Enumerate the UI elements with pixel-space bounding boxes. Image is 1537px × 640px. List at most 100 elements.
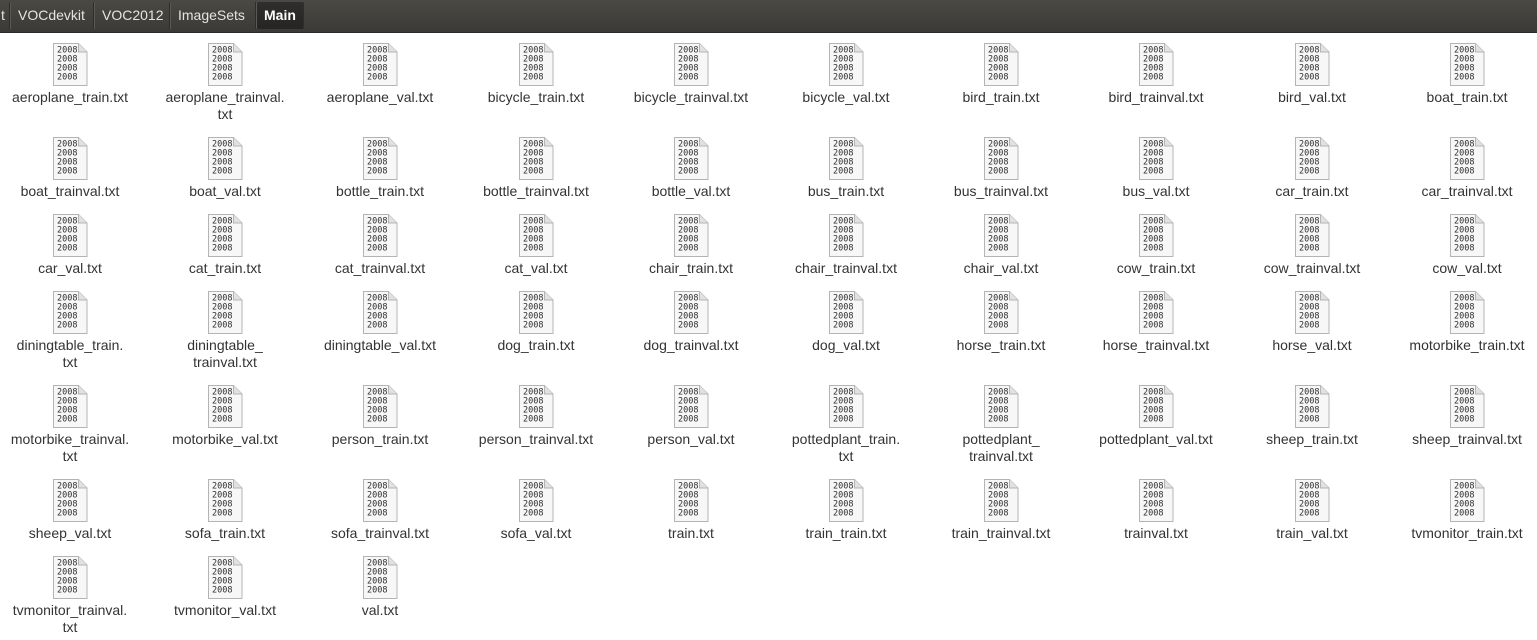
file-item[interactable]: 2008 2008 2008 2008 pottedplant_val.txt [1081,375,1231,451]
file-item[interactable]: 2008 2008 2008 2008 bird_val.txt [1237,33,1387,109]
svg-text:2008: 2008 [678,244,698,254]
text-file-icon: 2008 2008 2008 2008 [1449,214,1485,257]
file-name-line: txt [838,448,854,464]
svg-text:2008: 2008 [1143,509,1163,519]
file-item[interactable]: 2008 2008 2008 2008 dog_train.txt [461,281,611,357]
file-item[interactable]: 2008 2008 2008 2008 chair_val.txt [926,204,1076,280]
file-item[interactable]: 2008 2008 2008 2008 boat_val.txt [150,127,300,203]
file-item[interactable]: 2008 2008 2008 2008 bird_train.txt [926,33,1076,109]
file-name: person_train.txt [305,431,455,448]
file-item[interactable]: 2008 2008 2008 2008 pottedplant_ trainval.txt [926,375,1076,467]
file-item[interactable]: 2008 2008 2008 2008 person_trainval.txt [461,375,611,451]
file-item[interactable]: 2008 2008 2008 2008 person_val.txt [616,375,766,451]
file-item[interactable]: 2008 2008 2008 2008 bottle_trainval.txt [461,127,611,203]
file-item[interactable]: 2008 2008 2008 2008 train_trainval.txt [926,469,1076,545]
file-item[interactable]: 2008 2008 2008 2008 chair_trainval.txt [771,204,921,280]
svg-text:2008: 2008 [833,244,853,254]
breadcrumb-imagesets[interactable]: ImageSets [170,2,256,29]
file-item[interactable]: 2008 2008 2008 2008 aeroplane_val.txt [305,33,455,109]
svg-text:2008: 2008 [1454,73,1474,83]
svg-text:2008: 2008 [988,73,1008,83]
file-item[interactable]: 2008 2008 2008 2008 sheep_val.txt [0,469,145,545]
file-item[interactable]: 2008 2008 2008 2008 person_train.txt [305,375,455,451]
file-item[interactable]: 2008 2008 2008 2008 bicycle_trainval.txt [616,33,766,109]
file-name-line: dog_trainval.txt [643,337,739,353]
file-item[interactable]: 2008 2008 2008 2008 aeroplane_train.txt [0,33,145,109]
file-item[interactable]: 2008 2008 2008 2008 bus_val.txt [1081,127,1231,203]
file-name: cow_val.txt [1392,260,1537,277]
file-name-line: car_val.txt [38,260,102,276]
file-item[interactable]: 2008 2008 2008 2008 tvmonitor_val.txt [150,546,300,622]
text-file-icon: 2008 2008 2008 2008 [362,214,398,257]
file-item[interactable]: 2008 2008 2008 2008 dog_trainval.txt [616,281,766,357]
file-item[interactable]: 2008 2008 2008 2008 cow_train.txt [1081,204,1231,280]
file-item[interactable]: 2008 2008 2008 2008 cow_val.txt [1392,204,1537,280]
file-item[interactable]: 2008 2008 2008 2008 boat_train.txt [1392,33,1537,109]
breadcrumb-parent[interactable]: t [0,2,10,29]
text-file-icon: 2008 2008 2008 2008 [518,291,554,334]
file-name-line: motorbike_trainval. [10,431,130,447]
file-item[interactable]: 2008 2008 2008 2008 bottle_train.txt [305,127,455,203]
file-name: chair_val.txt [926,260,1076,277]
file-item[interactable]: 2008 2008 2008 2008 dog_val.txt [771,281,921,357]
svg-text:2008: 2008 [1299,509,1319,519]
file-item[interactable]: 2008 2008 2008 2008 sofa_train.txt [150,469,300,545]
file-item[interactable]: 2008 2008 2008 2008 horse_val.txt [1237,281,1387,357]
file-item[interactable]: 2008 2008 2008 2008 car_train.txt [1237,127,1387,203]
file-item[interactable]: 2008 2008 2008 2008 chair_train.txt [616,204,766,280]
file-item[interactable]: 2008 2008 2008 2008 pottedplant_train. txt [771,375,921,467]
file-item[interactable]: 2008 2008 2008 2008 diningtable_ trainval.txt [150,281,300,373]
file-item[interactable]: 2008 2008 2008 2008 bottle_val.txt [616,127,766,203]
text-file-icon: 2008 2008 2008 2008 [828,291,864,334]
file-item[interactable]: 2008 2008 2008 2008 horse_trainval.txt [1081,281,1231,357]
file-item[interactable]: 2008 2008 2008 2008 train_train.txt [771,469,921,545]
file-name: aeroplane_trainval. txt [150,89,300,123]
file-item[interactable]: 2008 2008 2008 2008 car_trainval.txt [1392,127,1537,203]
file-name: bird_train.txt [926,89,1076,106]
file-item[interactable]: 2008 2008 2008 2008 cat_trainval.txt [305,204,455,280]
file-item[interactable]: 2008 2008 2008 2008 horse_train.txt [926,281,1076,357]
file-item[interactable]: 2008 2008 2008 2008 cow_trainval.txt [1237,204,1387,280]
breadcrumb-voc2012[interactable]: VOC2012 [94,2,170,29]
file-item[interactable]: 2008 2008 2008 2008 val.txt [305,546,455,622]
breadcrumb-vocdevkit[interactable]: VOCdevkit [10,2,94,29]
file-item[interactable]: 2008 2008 2008 2008 sofa_val.txt [461,469,611,545]
file-item[interactable]: 2008 2008 2008 2008 tvmonitor_train.txt [1392,469,1537,545]
text-file-icon: 2008 2008 2008 2008 [1449,137,1485,180]
text-file-icon: 2008 2008 2008 2008 [207,556,243,599]
file-item[interactable]: 2008 2008 2008 2008 car_val.txt [0,204,145,280]
file-item[interactable]: 2008 2008 2008 2008 sheep_trainval.txt [1392,375,1537,451]
file-item[interactable]: 2008 2008 2008 2008 motorbike_val.txt [150,375,300,451]
file-name-line: trainval.txt [193,354,257,370]
svg-text:2008: 2008 [1143,167,1163,177]
file-name: bicycle_trainval.txt [616,89,766,106]
breadcrumb-main[interactable]: Main [256,2,304,29]
file-name: train_val.txt [1237,525,1387,542]
file-item[interactable]: 2008 2008 2008 2008 bus_train.txt [771,127,921,203]
file-name: aeroplane_train.txt [0,89,145,106]
file-item[interactable]: 2008 2008 2008 2008 sofa_trainval.txt [305,469,455,545]
file-item[interactable]: 2008 2008 2008 2008 tvmonitor_trainval. txt [0,546,145,638]
file-item[interactable]: 2008 2008 2008 2008 motorbike_trainval. txt [0,375,145,467]
file-item[interactable]: 2008 2008 2008 2008 diningtable_val.txt [305,281,455,357]
file-name-line: train_val.txt [1276,525,1348,541]
text-file-icon: 2008 2008 2008 2008 [52,291,88,334]
file-item[interactable]: 2008 2008 2008 2008 train.txt [616,469,766,545]
file-item[interactable]: 2008 2008 2008 2008 sheep_train.txt [1237,375,1387,451]
file-item[interactable]: 2008 2008 2008 2008 bicycle_val.txt [771,33,921,109]
file-item[interactable]: 2008 2008 2008 2008 bird_trainval.txt [1081,33,1231,109]
file-item[interactable]: 2008 2008 2008 2008 cat_val.txt [461,204,611,280]
file-item[interactable]: 2008 2008 2008 2008 motorbike_train.txt [1392,281,1537,357]
file-item[interactable]: 2008 2008 2008 2008 bicycle_train.txt [461,33,611,109]
file-item[interactable]: 2008 2008 2008 2008 train_val.txt [1237,469,1387,545]
file-item[interactable]: 2008 2008 2008 2008 cat_train.txt [150,204,300,280]
file-item[interactable]: 2008 2008 2008 2008 diningtable_train. txt [0,281,145,373]
svg-text:2008: 2008 [1454,415,1474,425]
file-item[interactable]: 2008 2008 2008 2008 boat_trainval.txt [0,127,145,203]
file-name-line: chair_train.txt [648,260,734,276]
file-item[interactable]: 2008 2008 2008 2008 bus_trainval.txt [926,127,1076,203]
file-name-line: tvmonitor_trainval. [12,602,128,618]
file-item[interactable]: 2008 2008 2008 2008 aeroplane_trainval. txt [150,33,300,125]
svg-text:2008: 2008 [367,244,387,254]
file-item[interactable]: 2008 2008 2008 2008 trainval.txt [1081,469,1231,545]
